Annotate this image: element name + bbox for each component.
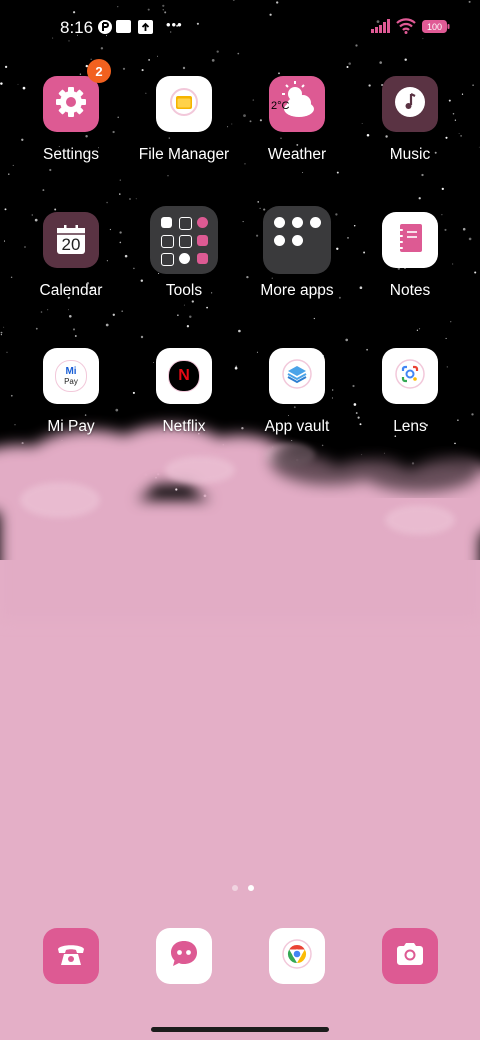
page-dot-1[interactable]: [232, 885, 238, 891]
app-mi-pay[interactable]: Mi Pay Mi Pay: [21, 348, 121, 436]
cleaner-mini-icon: [161, 235, 174, 248]
calendar-day: 20: [61, 235, 81, 254]
svg-text:100: 100: [427, 22, 442, 32]
dock-messages[interactable]: [156, 928, 212, 984]
notification-icon: [116, 19, 131, 40]
vpn-icon: [97, 19, 113, 40]
camera-icon: [395, 941, 425, 972]
app-label: Tools: [165, 282, 203, 299]
page-dot-2[interactable]: [248, 885, 254, 891]
weather-temp: 2°C: [271, 100, 290, 112]
notes-tile[interactable]: [382, 212, 438, 268]
app-calendar[interactable]: 20 Calendar: [21, 212, 121, 300]
signal-icon: [371, 19, 391, 38]
upload-icon: [138, 19, 153, 40]
app-mini-icon-2: [292, 217, 303, 228]
app-notes[interactable]: Notes: [360, 212, 460, 300]
app-mini-icon-1: [274, 217, 285, 228]
app-label: Music: [389, 146, 431, 163]
clock: 8:16: [60, 18, 94, 37]
netflix-letter: N: [178, 367, 190, 384]
compass-mini-icon: [161, 253, 174, 266]
app-label: Lens: [393, 418, 427, 435]
app-mini-icon-3: [310, 217, 321, 228]
folder-tools[interactable]: Tools: [134, 206, 234, 300]
notebook-icon: [396, 223, 424, 258]
folder-icon: [169, 87, 199, 122]
dock-camera[interactable]: [382, 928, 438, 984]
app-vault-tile[interactable]: [269, 348, 325, 404]
gesture-home-bar[interactable]: [151, 1027, 329, 1032]
calculator-mini-icon: [179, 217, 192, 230]
mi-pay-logo-icon: Mi Pay: [55, 360, 87, 392]
battery-icon: 100: [422, 20, 450, 38]
dock-chrome[interactable]: [269, 928, 325, 984]
clock-mini-icon: [197, 217, 208, 228]
more-notifications-icon: •••: [166, 17, 183, 32]
netflix-tile[interactable]: N: [156, 348, 212, 404]
tools-folder-tile[interactable]: [150, 206, 218, 274]
page-indicator: [227, 878, 259, 896]
app-app-vault[interactable]: App vault: [247, 348, 347, 436]
app-label: App vault: [264, 418, 330, 435]
music-note-icon: [394, 86, 426, 123]
app-label: Weather: [267, 146, 327, 163]
app-label: Mi Pay: [47, 418, 95, 435]
layers-icon: [282, 358, 312, 394]
status-bar: 8:16 ••• 100: [0, 0, 480, 56]
settings-tile[interactable]: 2: [43, 59, 111, 132]
app-label: Notes: [389, 282, 431, 299]
app-music[interactable]: Music: [360, 76, 460, 164]
app-netflix[interactable]: N Netflix: [134, 348, 234, 436]
app-label: Calendar: [39, 282, 103, 299]
app-file-manager[interactable]: File Manager: [134, 76, 234, 164]
lens-camera-icon: [395, 358, 425, 394]
chrome-icon: [282, 938, 312, 974]
gear-icon: [54, 85, 88, 124]
app-lens[interactable]: Lens: [360, 348, 460, 436]
calendar-icon: 20: [55, 224, 87, 256]
calendar-tile[interactable]: 20: [43, 212, 99, 268]
recorder-mini-icon: [197, 235, 208, 246]
app-label: Settings: [42, 146, 99, 163]
download-mini-icon: [197, 253, 208, 264]
mail-mini-icon: [179, 235, 192, 248]
folder-more-apps[interactable]: More apps: [247, 206, 347, 300]
app-label: File Manager: [138, 146, 230, 163]
chat-bubble-icon: [168, 938, 200, 975]
app-label: More apps: [260, 282, 334, 299]
mi-pay-tile[interactable]: Mi Pay: [43, 348, 99, 404]
app-mini-icon-4: [274, 235, 285, 246]
wifi-icon: [396, 18, 416, 39]
file-manager-tile[interactable]: [156, 76, 212, 132]
phone-icon: [55, 940, 87, 973]
dock-phone[interactable]: [43, 928, 99, 984]
app-settings[interactable]: 2 Settings: [21, 59, 121, 164]
notification-badge: 2: [87, 59, 111, 83]
netflix-logo-icon: N: [168, 360, 200, 392]
mi-pay-logo-top: Mi: [65, 365, 77, 377]
scanner-mini-icon: [179, 253, 190, 264]
contacts-mini-icon: [161, 217, 172, 228]
lens-tile[interactable]: [382, 348, 438, 404]
app-weather[interactable]: 2°C Weather: [247, 76, 347, 164]
app-mini-icon-5: [292, 235, 303, 246]
app-label: Netflix: [162, 418, 206, 435]
weather-tile[interactable]: 2°C: [269, 76, 325, 132]
mi-pay-logo-bottom: Pay: [64, 376, 78, 386]
music-tile[interactable]: [382, 76, 438, 132]
more-apps-folder-tile[interactable]: [263, 206, 331, 274]
